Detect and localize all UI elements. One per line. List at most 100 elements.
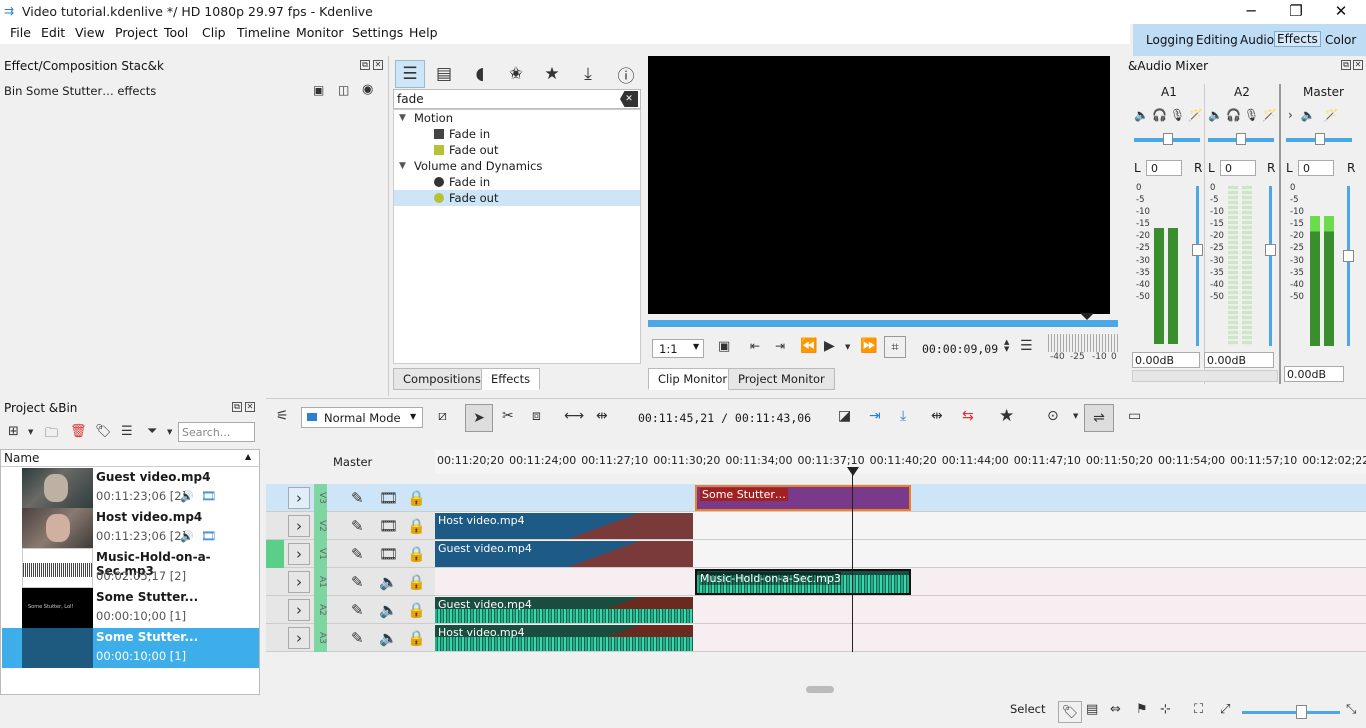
close-icon[interactable]: ✕ bbox=[245, 402, 255, 412]
bin-item-host-video[interactable]: Host video.mp4 00:11:23;06 [2] 🔊 🎞 bbox=[2, 508, 259, 548]
effects-wand-icon[interactable]: ✎ bbox=[351, 629, 364, 647]
audio-thumbs-icon[interactable]: ⇔ bbox=[1110, 702, 1121, 717]
lock-icon[interactable]: 🔒 bbox=[407, 517, 426, 535]
lock-icon[interactable]: 🔒 bbox=[407, 489, 426, 507]
expand-arrow-icon[interactable]: › bbox=[288, 627, 310, 649]
tree-item-fade-out[interactable]: Fade out bbox=[394, 142, 640, 158]
track-tag[interactable]: A2 bbox=[314, 596, 327, 624]
zoom-in-icon[interactable]: ⤡ bbox=[1346, 702, 1356, 717]
menu-project[interactable]: Project bbox=[115, 25, 158, 40]
menu-edit[interactable]: Edit bbox=[41, 25, 65, 40]
mixer-scrollbar[interactable] bbox=[1132, 370, 1278, 382]
audio-clip[interactable]: Guest video.mp4 bbox=[435, 597, 693, 623]
rewind-icon[interactable]: ⏪ bbox=[800, 338, 817, 354]
favorite-star-icon[interactable]: ★ bbox=[999, 406, 1014, 426]
audio-icon[interactable]: 🔊 bbox=[180, 490, 194, 503]
column-header[interactable]: Name ▲ bbox=[1, 450, 259, 467]
expand-arrow-icon[interactable]: › bbox=[288, 571, 310, 593]
menu-view[interactable]: View bbox=[75, 25, 105, 40]
monitor-timecode[interactable]: 00:00:09,09 bbox=[922, 342, 998, 356]
hide-track-icon[interactable]: 🎞 bbox=[379, 545, 398, 563]
pan-handle[interactable] bbox=[1236, 133, 1246, 145]
layout-logging[interactable]: Logging bbox=[1146, 33, 1194, 47]
track-lane[interactable]: Host video.mp4 bbox=[435, 512, 1366, 540]
float-icon[interactable]: ⧉ bbox=[360, 60, 370, 70]
timeline-hscroll[interactable] bbox=[806, 686, 834, 693]
lock-icon[interactable]: 🔒 bbox=[407, 573, 426, 591]
zoom-slider[interactable] bbox=[1242, 711, 1340, 714]
bin-item-guest-video[interactable]: Guest video.mp4 00:11:23;06 [2] 🔊 🎞 bbox=[2, 468, 259, 508]
folder-icon[interactable]: 🗀 bbox=[45, 424, 58, 446]
collapse-arrow-icon[interactable]: ▼ bbox=[399, 158, 406, 174]
lock-icon[interactable]: 🔒 bbox=[407, 601, 426, 619]
menu-clip[interactable]: Clip bbox=[202, 25, 226, 40]
monitor-ruler[interactable] bbox=[648, 320, 1118, 327]
tree-group-motion[interactable]: ▼ Motion bbox=[394, 110, 640, 126]
effects-wand-icon[interactable]: ✎ bbox=[351, 517, 364, 535]
float-icon[interactable]: ⧉ bbox=[1341, 60, 1351, 70]
zoom-out-icon[interactable]: ⤢ bbox=[1220, 702, 1230, 717]
crop-icon[interactable]: ⌗ bbox=[884, 336, 906, 358]
slip-tool-icon[interactable]: ⧈ bbox=[532, 408, 541, 424]
zoom-select[interactable]: 1:1 ▼ bbox=[652, 339, 704, 358]
effect-search-input[interactable]: fade ✕ bbox=[393, 89, 641, 109]
track-tag[interactable]: A1 bbox=[314, 568, 327, 596]
track-lane[interactable]: Guest video.mp4 bbox=[435, 596, 1366, 624]
track-lane[interactable]: Host video.mp4 bbox=[435, 624, 1366, 652]
lift-icon[interactable]: ⇆ bbox=[962, 408, 974, 424]
lock-icon[interactable]: 🔒 bbox=[407, 545, 426, 563]
tag-icon[interactable]: 🏷 bbox=[95, 424, 112, 439]
video-icon[interactable]: 🎞 bbox=[201, 529, 216, 543]
volume-spinbox[interactable]: 0 bbox=[1220, 160, 1256, 176]
tree-item-fade-out-audio[interactable]: Fade out bbox=[394, 190, 640, 206]
volume-fader-a2[interactable] bbox=[1269, 186, 1272, 346]
audio-clip[interactable]: Host video.mp4 bbox=[435, 625, 693, 651]
float-icon[interactable]: ⧉ bbox=[232, 402, 242, 412]
expand-arrow-icon[interactable]: › bbox=[288, 487, 310, 509]
edit-mode-select[interactable]: Normal Mode ▼ bbox=[301, 407, 423, 428]
chevron-down-icon[interactable]: ▼ bbox=[845, 343, 850, 351]
monitor-menu-icon[interactable]: ☰ bbox=[1020, 338, 1033, 354]
video-icon[interactable]: 🎞 bbox=[201, 489, 216, 503]
minimize-button[interactable]: ─ bbox=[1228, 0, 1274, 24]
video-effects-icon[interactable]: ▤ bbox=[429, 60, 459, 88]
mute-icon[interactable]: 🔈 bbox=[379, 601, 398, 619]
clear-search-icon[interactable]: ✕ bbox=[620, 91, 638, 107]
razor-tool-icon[interactable]: ✂ bbox=[502, 408, 514, 424]
expand-arrow-icon[interactable]: › bbox=[288, 543, 310, 565]
view-menu-icon[interactable]: ☰ bbox=[121, 424, 133, 439]
menu-settings[interactable]: Settings bbox=[352, 25, 403, 40]
close-icon[interactable]: ✕ bbox=[1353, 60, 1363, 70]
mute-icon[interactable]: 🔈 bbox=[379, 629, 398, 647]
ripple-tool-icon[interactable]: ⟷ bbox=[564, 408, 584, 424]
play-icon[interactable]: ▶ bbox=[824, 338, 835, 354]
snap-icon[interactable]: ⊹ bbox=[1160, 702, 1171, 717]
effects-wand-icon[interactable]: ✎ bbox=[351, 573, 364, 591]
video-clip[interactable]: Host video.mp4 bbox=[435, 513, 693, 539]
effects-wand-icon[interactable]: ✎ bbox=[351, 545, 364, 563]
settings-sliders-icon[interactable]: ⚟ bbox=[276, 408, 289, 424]
overwrite-icon[interactable]: ⤓ bbox=[900, 408, 906, 424]
fader-handle[interactable] bbox=[1265, 244, 1276, 256]
tree-group-volume[interactable]: ▼ Volume and Dynamics bbox=[394, 158, 640, 174]
custom-effects-icon[interactable]: ✬ bbox=[501, 60, 531, 88]
mixer-toggle-icon[interactable]: ⇌ bbox=[1084, 404, 1114, 432]
menu-tool[interactable]: Tool bbox=[164, 25, 188, 40]
info-icon[interactable]: ⓘ bbox=[611, 60, 641, 88]
timecode-spin-icon[interactable]: ▲ ▼ bbox=[1004, 339, 1009, 353]
extract-icon[interactable]: ⇹ bbox=[931, 408, 943, 424]
filter-icon[interactable]: ⏷ bbox=[147, 424, 157, 439]
lock-icon[interactable]: 🔒 bbox=[407, 629, 426, 647]
menu-timeline[interactable]: Timeline bbox=[237, 25, 290, 40]
fader-handle[interactable] bbox=[1343, 250, 1354, 262]
safe-zone-icon[interactable]: ▣ bbox=[718, 339, 730, 354]
audio-effects-icon[interactable]: ◖ bbox=[465, 60, 495, 88]
insert-icon[interactable]: ⇥ bbox=[869, 408, 881, 424]
bin-item-title-1[interactable]: Some Stutter, Lol! Some Stutter... 00:00… bbox=[2, 588, 259, 628]
menu-monitor[interactable]: Monitor bbox=[296, 25, 344, 40]
download-icon[interactable]: ⤓ bbox=[573, 60, 603, 88]
set-out-point-icon[interactable]: ⇥ bbox=[775, 339, 785, 353]
track-tag[interactable]: V2 bbox=[314, 512, 327, 540]
slide-tool-icon[interactable]: ⇹ bbox=[596, 408, 608, 424]
chevron-down-icon[interactable]: ▼ bbox=[1073, 412, 1078, 420]
